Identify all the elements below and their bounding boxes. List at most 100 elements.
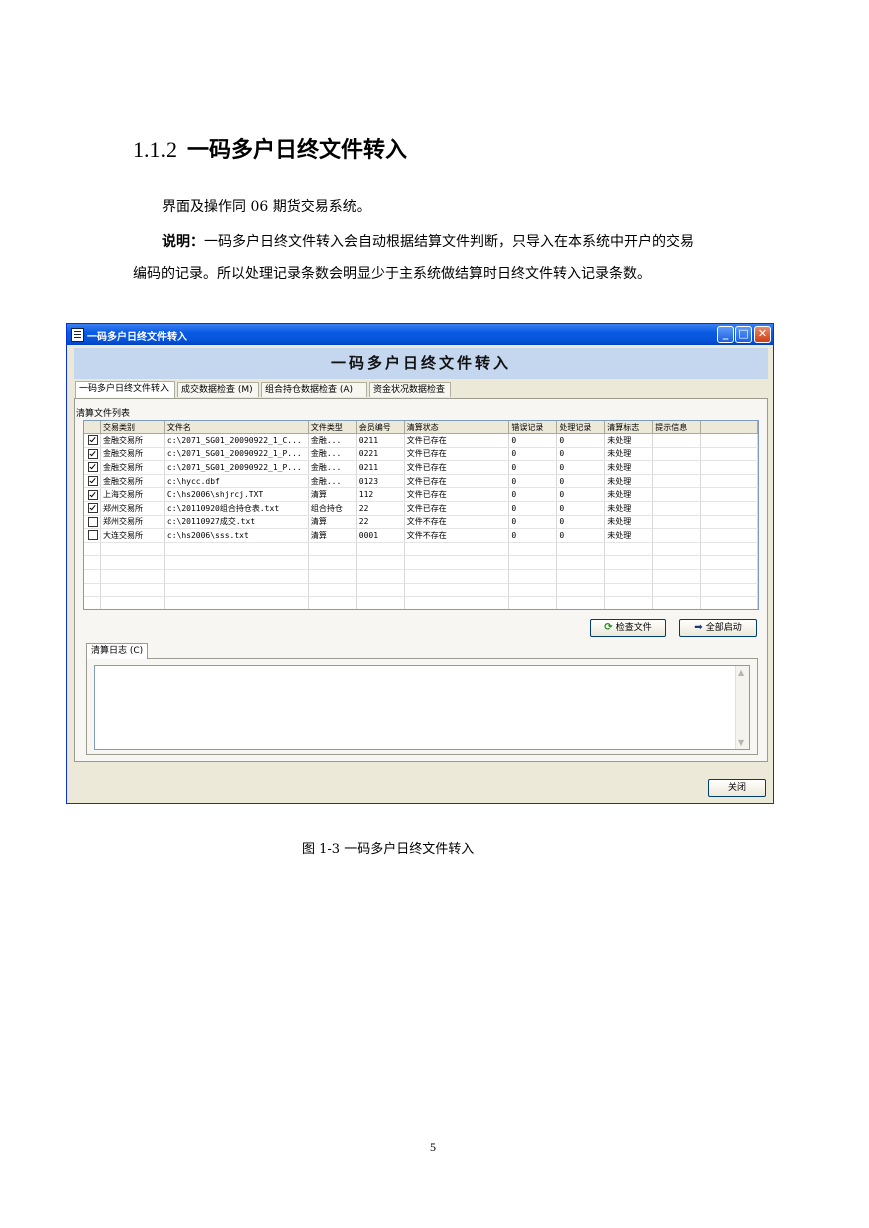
cell-member: 0001 xyxy=(356,528,405,543)
grid-header: 交易类别 文件名 文件类型 会员编号 清算状态 错误记录 处理记录 清算标志 提… xyxy=(84,421,758,434)
maximize-button[interactable]: □ xyxy=(735,326,752,343)
row-checkbox-cell[interactable] xyxy=(84,501,101,516)
row-checkbox-cell[interactable] xyxy=(84,515,101,530)
row-checkbox[interactable] xyxy=(88,530,98,541)
table-row[interactable]: 金融交易所 c:\2071_SG01_20090922_1_P... 金融... 02… xyxy=(84,447,758,462)
start-all-button[interactable]: ➡ 全部启动 xyxy=(679,619,757,637)
tab-trade-check[interactable]: 成交数据检查 (M) xyxy=(177,382,259,397)
cell-type: 金融... xyxy=(308,447,357,462)
settle-log-textarea[interactable]: ▲ ▼ xyxy=(94,665,750,750)
col-check xyxy=(84,421,101,434)
empty-cell xyxy=(100,542,165,557)
table-row[interactable]: 金融交易所 c:\2071_SG01_20090922_1_P... 金融... 02… xyxy=(84,460,758,475)
cell-file: c:\20110920组合持仓表.txt xyxy=(164,501,309,516)
cell-status: 文件不存在 xyxy=(404,528,510,543)
col-flag[interactable]: 清算标志 xyxy=(604,421,654,434)
empty-cell xyxy=(700,569,758,584)
minimize-button[interactable]: _ xyxy=(717,326,734,343)
empty-cell xyxy=(604,542,654,557)
row-checkbox[interactable] xyxy=(88,435,98,446)
empty-cell xyxy=(308,542,357,557)
cell-member: 0221 xyxy=(356,447,405,462)
empty-cell xyxy=(356,583,405,598)
row-checkbox-cell[interactable] xyxy=(84,528,101,543)
app-window: 一码多户日终文件转入 _ □ ✕ 一码多户日终文件转入 一码多户日终文件转入 成… xyxy=(66,323,774,804)
table-row[interactable]: 上海交易所 C:\hs2006\shjrcj.TXT 清算 112 文件已存在 0 0 未处理 xyxy=(84,487,758,502)
row-checkbox-cell[interactable] xyxy=(84,474,101,489)
cell-flag: 未处理 xyxy=(604,447,654,462)
app-icon xyxy=(71,328,84,342)
close-window-button[interactable]: ✕ xyxy=(754,326,771,343)
tab-fund-check[interactable]: 资金状况数据检查 xyxy=(369,382,451,397)
cell-file: c:\2071_SG01_20090922_1_C... xyxy=(164,433,309,448)
paragraph-2-line2: 编码的记录。所以处理记录条数会明显少于主系统做结算时日终文件转入记录条数。 xyxy=(133,266,651,282)
col-filetype[interactable]: 文件类型 xyxy=(308,421,357,434)
table-row[interactable]: 金融交易所 c:\2071_SG01_20090922_1_C... 金融... 02… xyxy=(84,433,758,448)
table-row[interactable]: 郑州交易所 c:\20110920组合持仓表.txt 组合持仓 22 文件已存在 0 0 未处… xyxy=(84,501,758,516)
row-checkbox-cell[interactable] xyxy=(84,447,101,462)
cell-filler xyxy=(700,460,758,475)
tab-combo-position-check[interactable]: 组合持仓数据检查 (A) xyxy=(261,382,367,397)
col-member[interactable]: 会员编号 xyxy=(356,421,405,434)
file-list-label: 清算文件列表 xyxy=(76,409,131,419)
row-checkbox[interactable] xyxy=(88,516,98,527)
table-row[interactable]: 大连交易所 c:\hs2006\sss.txt 清算 0001 文件不存在 0 0 未处理 xyxy=(84,528,758,543)
cell-file: c:\20110927成交.txt xyxy=(164,515,309,530)
cell-type: 金融... xyxy=(308,474,357,489)
col-exchange[interactable]: 交易类别 xyxy=(100,421,165,434)
empty-cell xyxy=(652,542,702,557)
row-checkbox[interactable] xyxy=(88,448,98,459)
row-checkbox-cell[interactable] xyxy=(84,460,101,475)
scroll-down-icon[interactable]: ▼ xyxy=(738,738,744,747)
file-grid[interactable]: 交易类别 文件名 文件类型 会员编号 清算状态 错误记录 处理记录 清算标志 提… xyxy=(83,420,759,610)
tab-eod-import[interactable]: 一码多户日终文件转入 xyxy=(75,381,175,398)
col-info[interactable]: 提示信息 xyxy=(652,421,702,434)
title-bar[interactable]: 一码多户日终文件转入 _ □ ✕ xyxy=(67,324,773,345)
col-status[interactable]: 清算状态 xyxy=(404,421,510,434)
empty-row xyxy=(84,583,758,598)
cell-member: 0123 xyxy=(356,474,405,489)
check-files-button[interactable]: ⟳ 检查文件 xyxy=(590,619,666,637)
window-title: 一码多户日终文件转入 xyxy=(87,332,187,343)
cell-info xyxy=(652,433,702,448)
empty-cell xyxy=(164,555,309,570)
empty-cell xyxy=(508,555,558,570)
empty-cell xyxy=(404,596,510,609)
close-button[interactable]: 关闭 xyxy=(708,779,766,797)
table-row[interactable]: 金融交易所 c:\hycc.dbf 金融... 0123 文件已存在 0 0 未处理 xyxy=(84,474,758,489)
tab-settle-log[interactable]: 清算日志 (C) xyxy=(86,643,149,659)
row-checkbox[interactable] xyxy=(88,462,98,473)
cell-exchange: 金融交易所 xyxy=(100,460,165,475)
table-row[interactable]: 郑州交易所 c:\20110927成交.txt 清算 22 文件不存在 0 0 未处理 xyxy=(84,515,758,530)
cell-type: 组合持仓 xyxy=(308,501,357,516)
row-checkbox[interactable] xyxy=(88,503,98,514)
empty-cell xyxy=(556,555,606,570)
empty-cell xyxy=(84,583,101,598)
note-label: 说明： xyxy=(162,234,204,250)
cell-info xyxy=(652,501,702,516)
cell-status: 文件已存在 xyxy=(404,460,510,475)
cell-member: 22 xyxy=(356,501,405,516)
row-checkbox-cell[interactable] xyxy=(84,433,101,448)
scroll-up-icon[interactable]: ▲ xyxy=(738,668,744,677)
row-checkbox[interactable] xyxy=(88,476,98,487)
paragraph-1: 界面及操作同 06 期货交易系统。 xyxy=(162,199,371,215)
refresh-icon: ⟳ xyxy=(604,622,613,633)
page-number: 5 xyxy=(430,1140,436,1154)
cell-type: 金融... xyxy=(308,433,357,448)
cell-status: 文件不存在 xyxy=(404,515,510,530)
cell-exchange: 上海交易所 xyxy=(100,487,165,502)
cell-errors: 0 xyxy=(508,460,558,475)
row-checkbox[interactable] xyxy=(88,489,98,500)
empty-cell xyxy=(508,596,558,609)
empty-cell xyxy=(308,569,357,584)
col-errors[interactable]: 错误记录 xyxy=(508,421,558,434)
row-checkbox-cell[interactable] xyxy=(84,487,101,502)
col-filename[interactable]: 文件名 xyxy=(164,421,309,434)
empty-cell xyxy=(100,555,165,570)
empty-cell xyxy=(100,583,165,598)
empty-row xyxy=(84,555,758,570)
col-processed[interactable]: 处理记录 xyxy=(556,421,606,434)
log-scrollbar[interactable]: ▲ ▼ xyxy=(735,666,749,749)
empty-cell xyxy=(84,569,101,584)
